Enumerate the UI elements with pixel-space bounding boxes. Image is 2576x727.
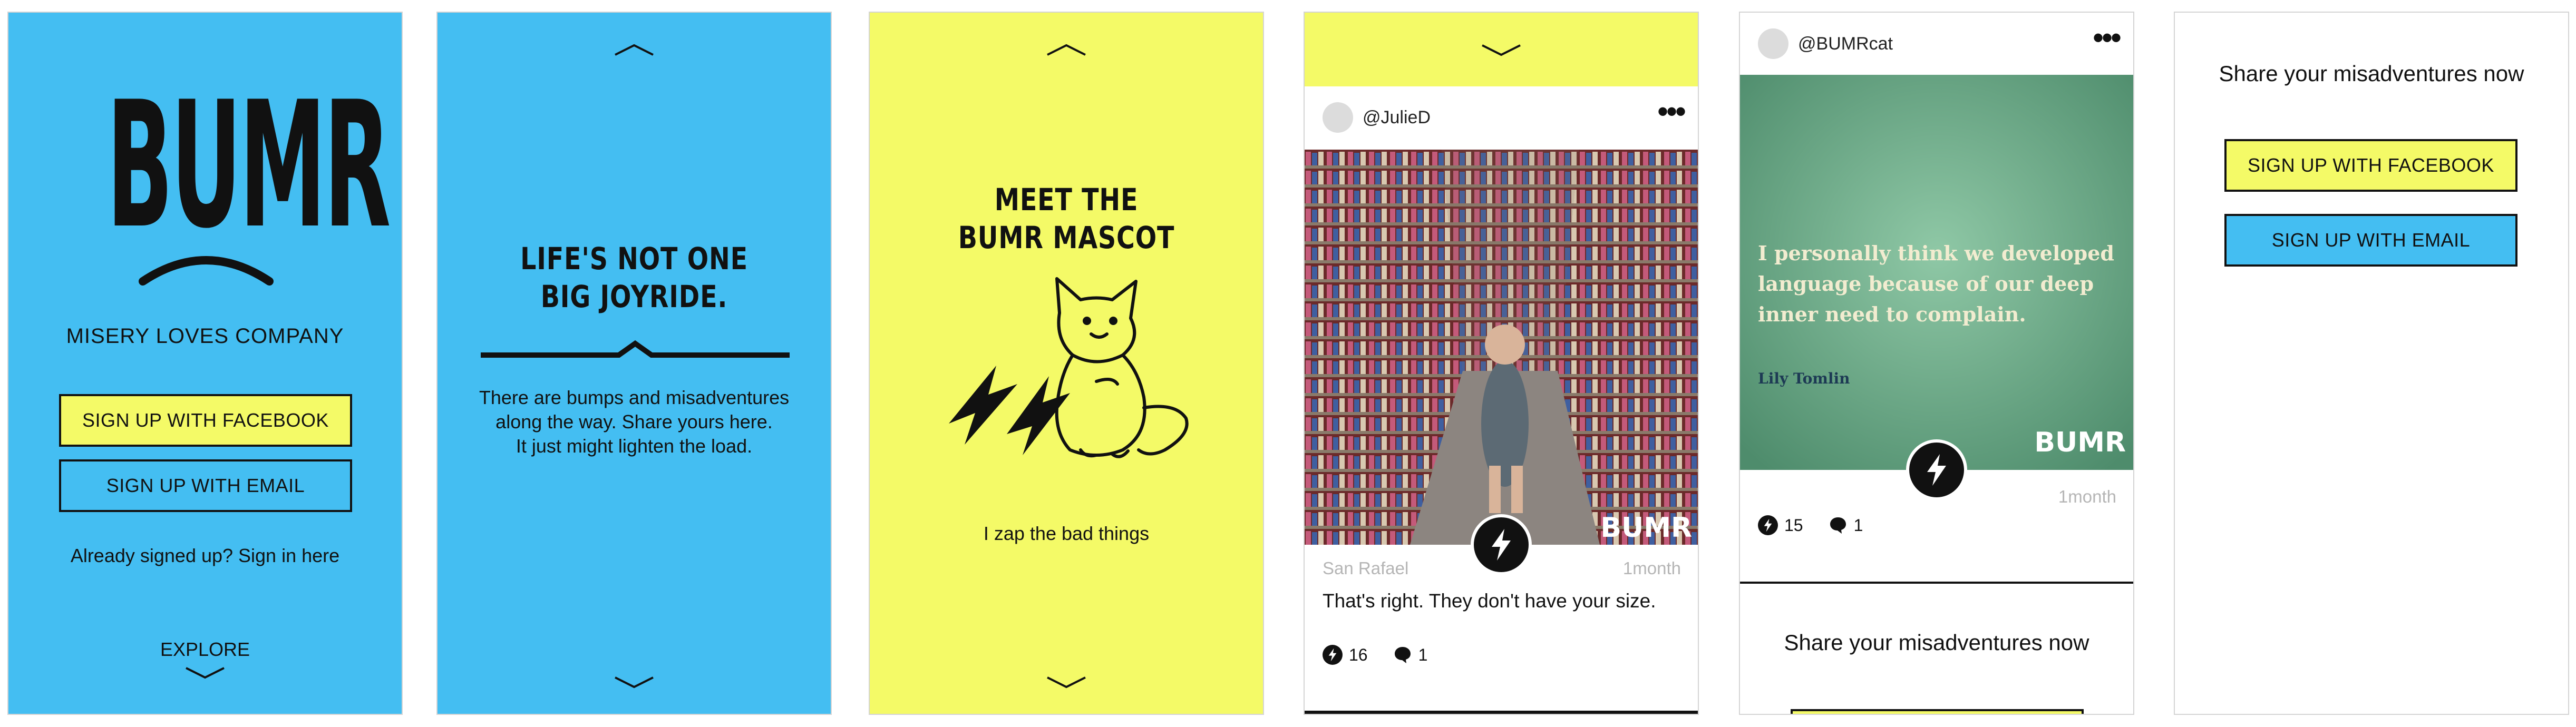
tagline: MISERY LOVES COMPANY bbox=[66, 325, 344, 348]
bump-line-icon bbox=[481, 340, 790, 358]
screen-welcome: BUMR MISERY LOVES COMPANY SIGN UP WITH F… bbox=[7, 12, 403, 715]
post-header: @JulieD ••• bbox=[1305, 86, 1698, 144]
quote-author: Lily Tomlin bbox=[1758, 370, 1850, 387]
comment-count: 1 bbox=[1418, 645, 1428, 664]
share-prompt: Share your misadventures now bbox=[2219, 61, 2524, 86]
heading-line-1: MEET THE bbox=[994, 182, 1139, 218]
zap-count: 15 bbox=[1784, 515, 1803, 535]
zap-button[interactable] bbox=[1471, 514, 1532, 575]
bolt-icon[interactable] bbox=[1758, 515, 1778, 535]
screen-share-signup: Share your misadventures now SIGN UP WIT… bbox=[2174, 12, 2569, 715]
comment-icon[interactable] bbox=[1393, 645, 1412, 664]
facebook-signup-button-partial[interactable] bbox=[1791, 709, 2084, 714]
heading-line-2: BIG JOYRIDE. bbox=[540, 279, 728, 315]
zap-count: 16 bbox=[1349, 645, 1368, 664]
bumr-logo: BUMR bbox=[106, 64, 391, 267]
photo-watermark: BUMR bbox=[2034, 427, 2126, 458]
post-photo[interactable]: BUMR bbox=[1305, 150, 1698, 545]
more-icon[interactable]: ••• bbox=[1657, 96, 1686, 127]
divider bbox=[1305, 711, 1698, 714]
screen-feed-post: @JulieD ••• BUMR San Rafael 1month That'… bbox=[1304, 12, 1699, 715]
zap-button[interactable] bbox=[1906, 439, 1967, 500]
chevron-down-icon[interactable] bbox=[613, 675, 655, 689]
divider bbox=[1740, 582, 2133, 584]
photo-watermark: BUMR bbox=[1600, 512, 1692, 544]
facebook-signup-button[interactable]: SIGN UP WITH FACEBOOK bbox=[2224, 139, 2517, 192]
bolt-icon bbox=[1927, 454, 1946, 486]
quote-line-3: inner need to complain. bbox=[1758, 302, 2026, 326]
bolt-icon[interactable] bbox=[1323, 645, 1343, 665]
screen-onboarding-joyride: LIFE'S NOT ONE BIG JOYRIDE. There are bu… bbox=[436, 12, 832, 715]
comment-icon[interactable] bbox=[1829, 516, 1848, 535]
explore-label[interactable]: EXPLORE bbox=[8, 638, 402, 661]
mascot-cat-illustration bbox=[949, 277, 1189, 458]
post-location: San Rafael bbox=[1323, 558, 1409, 578]
frown-icon bbox=[139, 256, 274, 286]
post-handle[interactable]: @BUMRcat bbox=[1798, 34, 1893, 54]
chevron-down-icon[interactable] bbox=[1045, 675, 1087, 689]
avatar[interactable] bbox=[1758, 28, 1788, 59]
chevron-up-icon[interactable] bbox=[1045, 43, 1087, 57]
shoe-store-photo: BUMR bbox=[1305, 150, 1698, 545]
post-photo[interactable]: I personally think we developed language… bbox=[1740, 75, 2133, 470]
chevron-up-icon[interactable] bbox=[613, 43, 655, 57]
quote-line-2: language because of our deep bbox=[1758, 272, 2094, 296]
heading-line-1: LIFE'S NOT ONE bbox=[520, 241, 748, 277]
signin-link[interactable]: Already signed up? Sign in here bbox=[8, 545, 402, 567]
body-line-3: It just might lighten the load. bbox=[516, 435, 753, 457]
facebook-signup-button[interactable]: SIGN UP WITH FACEBOOK bbox=[59, 394, 352, 447]
post-counts: 15 1 bbox=[1758, 515, 1863, 535]
post-handle[interactable]: @JulieD bbox=[1363, 107, 1431, 128]
body-line-1: There are bumps and misadventures bbox=[479, 387, 790, 408]
mascot-caption: I zap the bad things bbox=[983, 523, 1150, 544]
bolt-icon bbox=[1492, 529, 1511, 561]
email-signup-button[interactable]: SIGN UP WITH EMAIL bbox=[2224, 214, 2517, 267]
comment-count: 1 bbox=[1853, 515, 1863, 535]
email-signup-button[interactable]: SIGN UP WITH EMAIL bbox=[59, 459, 352, 512]
chevron-down-icon[interactable] bbox=[1480, 43, 1522, 57]
post-counts: 16 1 bbox=[1323, 645, 1427, 665]
heading-line-2: BUMR MASCOT bbox=[958, 220, 1175, 256]
chevron-down-icon[interactable] bbox=[184, 666, 226, 680]
post-time: 1month bbox=[2058, 487, 2116, 506]
share-prompt: Share your misadventures now bbox=[1784, 630, 2089, 655]
body-line-2: along the way. Share yours here. bbox=[495, 411, 773, 433]
post-header: @BUMRcat ••• bbox=[1740, 13, 2133, 71]
top-bar bbox=[1305, 13, 1698, 86]
post-caption: That's right. They don't have your size. bbox=[1323, 590, 1656, 612]
screen-mascot: MEET THE BUMR MASCOT I zap the bad thing… bbox=[869, 12, 1264, 715]
screen-feed-quote: @BUMRcat ••• I personally think we devel… bbox=[1739, 12, 2134, 715]
quote-line-1: I personally think we developed bbox=[1758, 241, 2114, 265]
post-time: 1month bbox=[1622, 558, 1681, 578]
more-icon[interactable]: ••• bbox=[2093, 22, 2122, 54]
avatar[interactable] bbox=[1323, 102, 1353, 133]
